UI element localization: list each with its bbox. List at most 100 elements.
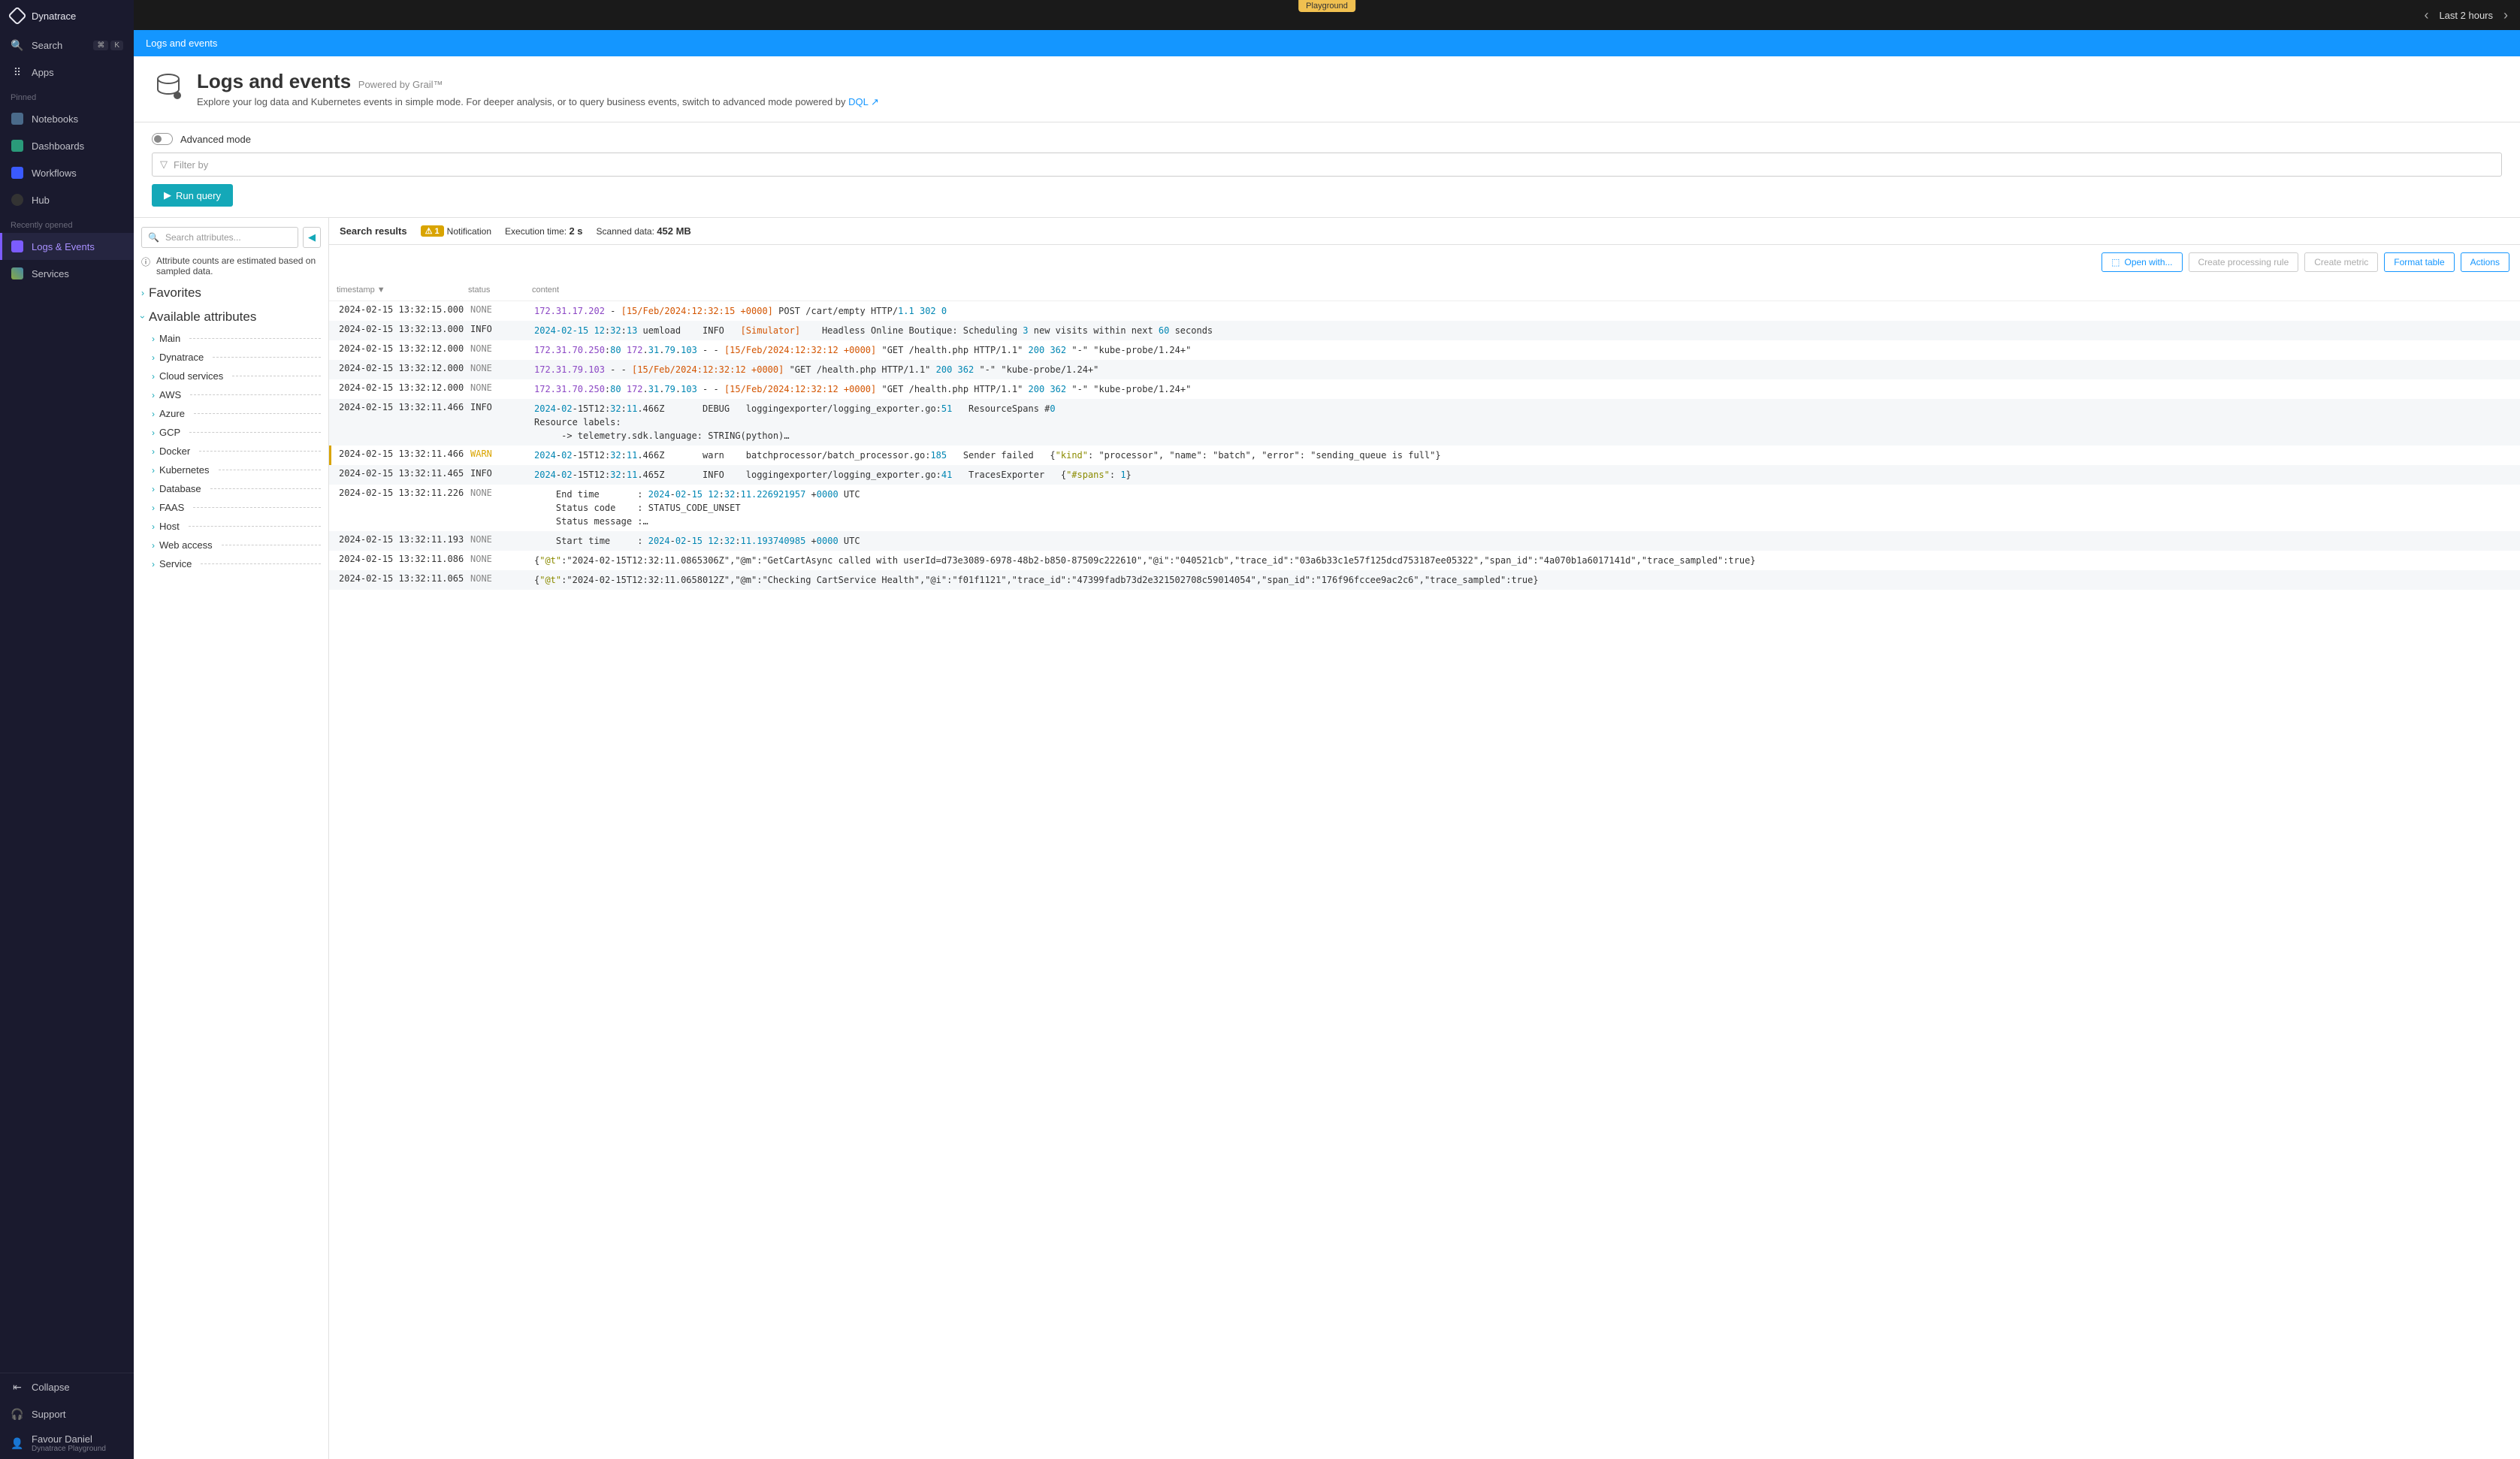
page-header: Logs and events Powered by Grail™ Explor… xyxy=(134,56,2520,122)
run-query-button[interactable]: ▶ Run query xyxy=(152,184,233,207)
chevron-right-icon: › xyxy=(141,288,144,298)
cell-content: 2024-02-15T12:32:11.465Z INFO loggingexp… xyxy=(534,468,2512,482)
attr-item[interactable]: ›Host xyxy=(141,517,321,536)
cell-content: {"@t":"2024-02-15T12:32:11.0658012Z","@m… xyxy=(534,573,2512,587)
chevron-right-icon: › xyxy=(152,484,155,494)
create-metric-button: Create metric xyxy=(2304,252,2378,272)
page-title: Logs and events xyxy=(197,70,351,92)
create-rule-button: Create processing rule xyxy=(2189,252,2299,272)
advanced-mode-toggle[interactable] xyxy=(152,133,173,145)
apps-label: Apps xyxy=(32,67,54,78)
table-row[interactable]: 2024-02-15 13:32:12.000NONE172.31.70.250… xyxy=(329,379,2520,399)
open-with-button[interactable]: ⬚Open with... xyxy=(2102,252,2182,272)
attr-item[interactable]: ›GCP xyxy=(141,423,321,442)
sidebar-dashboards[interactable]: Dashboards xyxy=(0,132,134,159)
format-table-button[interactable]: Format table xyxy=(2384,252,2454,272)
filter-input[interactable]: ▽ Filter by xyxy=(152,153,2502,177)
dql-link[interactable]: DQL ↗ xyxy=(848,96,879,107)
query-area: Advanced mode ▽ Filter by ▶ Run query xyxy=(134,122,2520,218)
collapse-panel-button[interactable]: ◀ xyxy=(303,227,321,248)
section-recently: Recently opened xyxy=(0,213,134,233)
results-title: Search results xyxy=(340,225,407,237)
chevron-right-icon: › xyxy=(152,503,155,513)
attr-item[interactable]: ›Kubernetes xyxy=(141,461,321,479)
attr-item[interactable]: ›AWS xyxy=(141,385,321,404)
table-row[interactable]: 2024-02-15 13:32:11.193NONE Start time :… xyxy=(329,531,2520,551)
cell-status: INFO xyxy=(470,324,534,337)
cell-timestamp: 2024-02-15 13:32:12.000 xyxy=(339,382,470,396)
cell-timestamp: 2024-02-15 13:32:12.000 xyxy=(339,363,470,376)
sidebar-collapse[interactable]: ⇤ Collapse xyxy=(0,1373,134,1400)
sidebar-apps[interactable]: ⠿ Apps xyxy=(0,59,134,86)
table-row[interactable]: 2024-02-15 13:32:11.466WARN2024-02-15T12… xyxy=(329,446,2520,465)
table-row[interactable]: 2024-02-15 13:32:15.000NONE172.31.17.202… xyxy=(329,301,2520,321)
brand-name: Dynatrace xyxy=(32,11,76,22)
table-row[interactable]: 2024-02-15 13:32:12.000NONE172.31.79.103… xyxy=(329,360,2520,379)
chevron-right-icon: › xyxy=(152,540,155,551)
chevron-right-icon[interactable]: › xyxy=(2503,8,2508,23)
col-content[interactable]: content xyxy=(532,285,2512,295)
sidebar: Dynatrace 🔍 Search ⌘K ⠿ Apps Pinned Note… xyxy=(0,0,134,1459)
chevron-right-icon: › xyxy=(152,559,155,569)
col-timestamp[interactable]: timestamp ▼ xyxy=(337,285,468,295)
time-range-picker[interactable]: ‹ Last 2 hours › xyxy=(2424,8,2508,23)
attr-item[interactable]: ›Main xyxy=(141,329,321,348)
attr-item[interactable]: ›Cloud services xyxy=(141,367,321,385)
sidebar-user[interactable]: 👤 Favour Daniel Dynatrace Playground xyxy=(0,1427,134,1459)
chevron-left-icon[interactable]: ‹ xyxy=(2424,8,2428,23)
notification-badge[interactable]: ⚠ 1 Notification xyxy=(421,225,491,237)
cell-timestamp: 2024-02-15 13:32:12.000 xyxy=(339,343,470,357)
actions-row: ⬚Open with... Create processing rule Cre… xyxy=(329,245,2520,279)
section-pinned: Pinned xyxy=(0,86,134,105)
cell-status: NONE xyxy=(470,534,534,548)
apps-icon: ⠿ xyxy=(11,65,24,79)
sidebar-notebooks[interactable]: Notebooks xyxy=(0,105,134,132)
cell-status: INFO xyxy=(470,402,534,443)
attr-item[interactable]: ›Database xyxy=(141,479,321,498)
cell-content: {"@t":"2024-02-15T12:32:11.0865306Z","@m… xyxy=(534,554,2512,567)
chevron-right-icon: › xyxy=(152,409,155,419)
attr-item[interactable]: ›Docker xyxy=(141,442,321,461)
cell-content: 2024-02-15T12:32:11.466Z warn batchproce… xyxy=(534,449,2512,462)
favorites-section[interactable]: › Favorites xyxy=(141,285,321,301)
chevron-right-icon: › xyxy=(152,390,155,400)
table-row[interactable]: 2024-02-15 13:32:11.065NONE{"@t":"2024-0… xyxy=(329,570,2520,590)
col-status[interactable]: status xyxy=(468,285,532,295)
sidebar-hub[interactable]: Hub xyxy=(0,186,134,213)
results-header: Search results ⚠ 1 Notification Executio… xyxy=(329,218,2520,245)
sidebar-support[interactable]: 🎧 Support xyxy=(0,1400,134,1427)
sidebar-logs-events[interactable]: Logs & Events xyxy=(0,233,134,260)
cell-content: Start time : 2024-02-15 12:32:11.1937409… xyxy=(534,534,2512,548)
chevron-right-icon: › xyxy=(152,427,155,438)
sidebar-services[interactable]: Services xyxy=(0,260,134,287)
attr-item[interactable]: ›Service xyxy=(141,554,321,573)
brand-logo[interactable]: Dynatrace xyxy=(0,0,134,32)
table-row[interactable]: 2024-02-15 13:32:11.226NONE End time : 2… xyxy=(329,485,2520,531)
attr-item[interactable]: ›Dynatrace xyxy=(141,348,321,367)
cell-status: INFO xyxy=(470,468,534,482)
attr-item[interactable]: ›Azure xyxy=(141,404,321,423)
user-name: Favour Daniel xyxy=(32,1433,106,1445)
sidebar-workflows[interactable]: Workflows xyxy=(0,159,134,186)
attribute-search-input[interactable]: 🔍 Search attributes... xyxy=(141,227,298,248)
table-row[interactable]: 2024-02-15 13:32:11.465INFO2024-02-15T12… xyxy=(329,465,2520,485)
attr-info-note: ⓘ Attribute counts are estimated based o… xyxy=(141,255,321,276)
cell-timestamp: 2024-02-15 13:32:11.226 xyxy=(339,488,470,528)
search-icon: 🔍 xyxy=(148,232,159,243)
dynatrace-icon xyxy=(8,6,26,25)
time-range-label: Last 2 hours xyxy=(2439,10,2493,21)
table-row[interactable]: 2024-02-15 13:32:11.086NONE{"@t":"2024-0… xyxy=(329,551,2520,570)
actions-button[interactable]: Actions xyxy=(2461,252,2509,272)
table-row[interactable]: 2024-02-15 13:32:13.000INFO2024-02-15 12… xyxy=(329,321,2520,340)
table-row[interactable]: 2024-02-15 13:32:12.000NONE172.31.70.250… xyxy=(329,340,2520,360)
cell-status: NONE xyxy=(470,343,534,357)
available-attrs-section[interactable]: › Available attributes xyxy=(141,310,321,325)
attr-item[interactable]: ›Web access xyxy=(141,536,321,554)
sidebar-search[interactable]: 🔍 Search ⌘K xyxy=(0,32,134,59)
attr-item[interactable]: ›FAAS xyxy=(141,498,321,517)
scanned-data-value: 452 MB xyxy=(657,225,691,237)
table-header: timestamp ▼ status content xyxy=(329,279,2520,301)
table-row[interactable]: 2024-02-15 13:32:11.466INFO2024-02-15T12… xyxy=(329,399,2520,446)
topbar: Playground ‹ Last 2 hours › xyxy=(134,0,2520,30)
powered-by: Powered by Grail™ xyxy=(358,79,443,90)
